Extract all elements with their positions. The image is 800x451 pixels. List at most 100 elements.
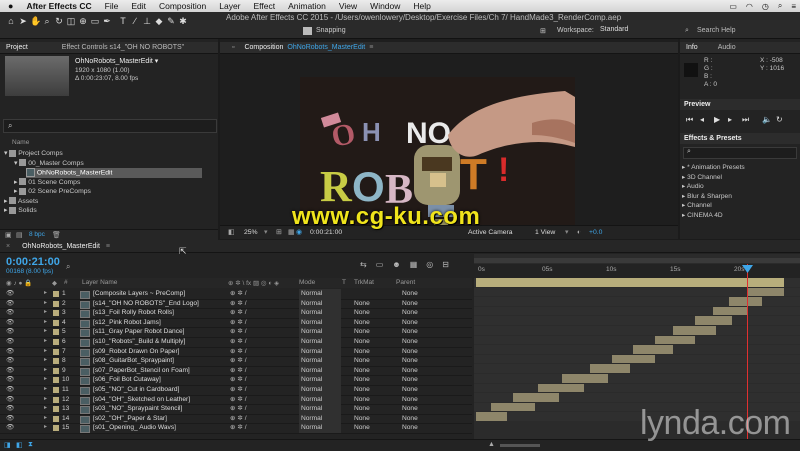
layer-trkmat-select[interactable]: None: [354, 414, 370, 424]
pen-tool-icon[interactable]: ✒: [102, 16, 112, 26]
menu-view[interactable]: View: [339, 1, 357, 11]
zoom-tool-icon[interactable]: ⌕: [42, 16, 52, 26]
tab-effect-controls[interactable]: Effect Controls s14_"OH NO ROBOTS": [56, 44, 190, 51]
magnification-select[interactable]: 25%: [244, 226, 258, 239]
menu-file[interactable]: File: [105, 1, 119, 11]
layer-visibility-icon[interactable]: 👁: [6, 347, 14, 357]
composition-lock-icon[interactable]: ▫: [226, 44, 240, 51]
layer-mode-select[interactable]: Normal: [299, 404, 341, 414]
frame-blending-icon[interactable]: ▦: [410, 260, 418, 269]
zoom-dropdown-icon[interactable]: ▾: [264, 226, 267, 239]
layer-expand-icon[interactable]: ▸: [44, 414, 47, 424]
menu-animation[interactable]: Animation: [288, 1, 326, 11]
tree-item[interactable]: ▸ Assets: [4, 197, 38, 207]
views-select[interactable]: 1 View: [535, 226, 555, 239]
layer-parent-select[interactable]: None: [402, 318, 418, 328]
layer-switches[interactable]: ⊕ ✲ /: [230, 366, 247, 376]
shy-layers-icon[interactable]: ☻: [392, 260, 400, 269]
layer-expand-icon[interactable]: ▸: [44, 395, 47, 405]
tree-item[interactable]: ▾ Project Comps: [4, 149, 63, 159]
layer-visibility-icon[interactable]: 👁: [6, 404, 14, 414]
layer-trkmat-select[interactable]: None: [354, 423, 370, 433]
composition-mini-flowchart-icon[interactable]: ⇆: [360, 260, 367, 269]
layer-visibility-icon[interactable]: 👁: [6, 327, 14, 337]
timeline-search-icon[interactable]: ⌕: [66, 262, 70, 272]
layer-visibility-icon[interactable]: 👁: [6, 375, 14, 385]
layer-label-color[interactable]: [53, 396, 59, 403]
tab-project[interactable]: Project: [0, 44, 34, 51]
layer-duration-bar[interactable]: [476, 278, 784, 287]
layer-name[interactable]: [s06_Foil Bot Cutaway]: [93, 375, 161, 385]
menu-layer[interactable]: Layer: [219, 1, 240, 11]
effects-item[interactable]: ▸ * Animation Presets: [682, 163, 745, 173]
clone-tool-icon[interactable]: ⊥: [142, 16, 152, 26]
layer-duration-bar[interactable]: [611, 354, 655, 364]
close-tab-icon[interactable]: ×: [0, 243, 16, 250]
layer-trkmat-select[interactable]: None: [354, 318, 370, 328]
layer-visibility-icon[interactable]: 👁: [6, 385, 14, 395]
tree-item[interactable]: ▸ Solids: [4, 206, 37, 216]
list-icon[interactable]: ≡: [791, 2, 796, 11]
hand-tool-icon[interactable]: ✋: [30, 16, 41, 26]
layer-visibility-icon[interactable]: 👁: [6, 414, 14, 424]
layer-visibility-icon[interactable]: 👁: [6, 337, 14, 347]
layer-label-color[interactable]: [53, 367, 59, 374]
last-frame-icon[interactable]: ⏭: [742, 113, 749, 127]
menu-help[interactable]: Help: [413, 1, 430, 11]
pan-behind-tool-icon[interactable]: ⊕: [78, 16, 88, 26]
layer-label-color[interactable]: [53, 310, 59, 317]
layer-visibility-icon[interactable]: 👁: [6, 423, 14, 433]
rectangle-tool-icon[interactable]: ▭: [90, 16, 100, 26]
prev-frame-icon[interactable]: ◂: [700, 113, 704, 127]
layer-parent-select[interactable]: None: [402, 404, 418, 414]
exposure-value[interactable]: +0.0: [589, 226, 602, 239]
timeline-tab-menu-icon[interactable]: ≡: [106, 243, 110, 250]
layer-parent-select[interactable]: None: [402, 289, 418, 299]
selection-tool-icon[interactable]: ➤: [18, 16, 28, 26]
layer-duration-bar[interactable]: [537, 383, 584, 393]
layer-duration-bar[interactable]: [562, 374, 609, 383]
graph-editor-icon[interactable]: ⊟: [442, 260, 449, 269]
expand-switches-icon[interactable]: ◨: [4, 441, 11, 449]
puppet-tool-icon[interactable]: ✱: [178, 16, 188, 26]
layer-mode-select[interactable]: Normal: [299, 327, 341, 337]
effects-item[interactable]: ▸ CINEMA 4D: [682, 211, 723, 221]
layer-switches[interactable]: ⊕ ✲ /: [230, 414, 247, 424]
draft-3d-icon[interactable]: ▭: [376, 260, 384, 269]
layer-label-color[interactable]: [53, 377, 59, 384]
layer-switches[interactable]: ⊕ ✲ /: [230, 385, 247, 395]
layer-switches[interactable]: ⊕ ✲ /: [230, 423, 247, 433]
layer-switches[interactable]: ⊕ ✲ /: [230, 337, 247, 347]
layer-parent-select[interactable]: None: [402, 299, 418, 309]
layer-parent-select[interactable]: None: [402, 308, 418, 318]
zoom-slider[interactable]: [500, 444, 540, 447]
layer-mode-select[interactable]: Normal: [299, 375, 341, 385]
layer-mode-select[interactable]: Normal: [299, 346, 341, 357]
layer-expand-icon[interactable]: ▸: [44, 337, 47, 347]
layer-parent-select[interactable]: None: [402, 327, 418, 337]
bpc-button[interactable]: 8 bpc: [29, 231, 45, 238]
layer-parent-select[interactable]: None: [402, 366, 418, 376]
exposure-reset-icon[interactable]: ◐: [577, 226, 581, 239]
layer-duration-bar[interactable]: [654, 335, 695, 345]
effects-item[interactable]: ▸ Channel: [682, 201, 712, 211]
layer-mode-select[interactable]: Normal: [299, 298, 341, 309]
tab-menu-icon[interactable]: ≡: [369, 44, 373, 51]
layer-mode-select[interactable]: Normal: [299, 308, 341, 318]
layer-switches[interactable]: ⊕ ✲ /: [230, 404, 247, 414]
layer-name[interactable]: [s14_"OH NO ROBOTS"_End Logo]: [93, 299, 199, 309]
safe-zones-icon[interactable]: ⊞: [276, 226, 282, 239]
layer-duration-bar[interactable]: [491, 402, 535, 412]
layer-label-color[interactable]: [53, 291, 59, 297]
layer-parent-select[interactable]: None: [402, 337, 418, 347]
layer-parent-select[interactable]: None: [402, 423, 418, 433]
layer-label-color[interactable]: [53, 319, 59, 326]
layer-visibility-icon[interactable]: 👁: [6, 395, 14, 405]
tree-item[interactable]: ▾ 00_Master Comps: [14, 159, 84, 169]
layer-label-color[interactable]: [53, 406, 59, 413]
layer-name[interactable]: [s07_PaperBot_Stencil on Foam]: [93, 366, 190, 376]
layer-duration-bar[interactable]: [728, 297, 763, 306]
layer-mode-select[interactable]: Normal: [299, 394, 341, 405]
rotate-tool-icon[interactable]: ↻: [54, 16, 64, 26]
layer-duration-bar[interactable]: [633, 345, 674, 354]
